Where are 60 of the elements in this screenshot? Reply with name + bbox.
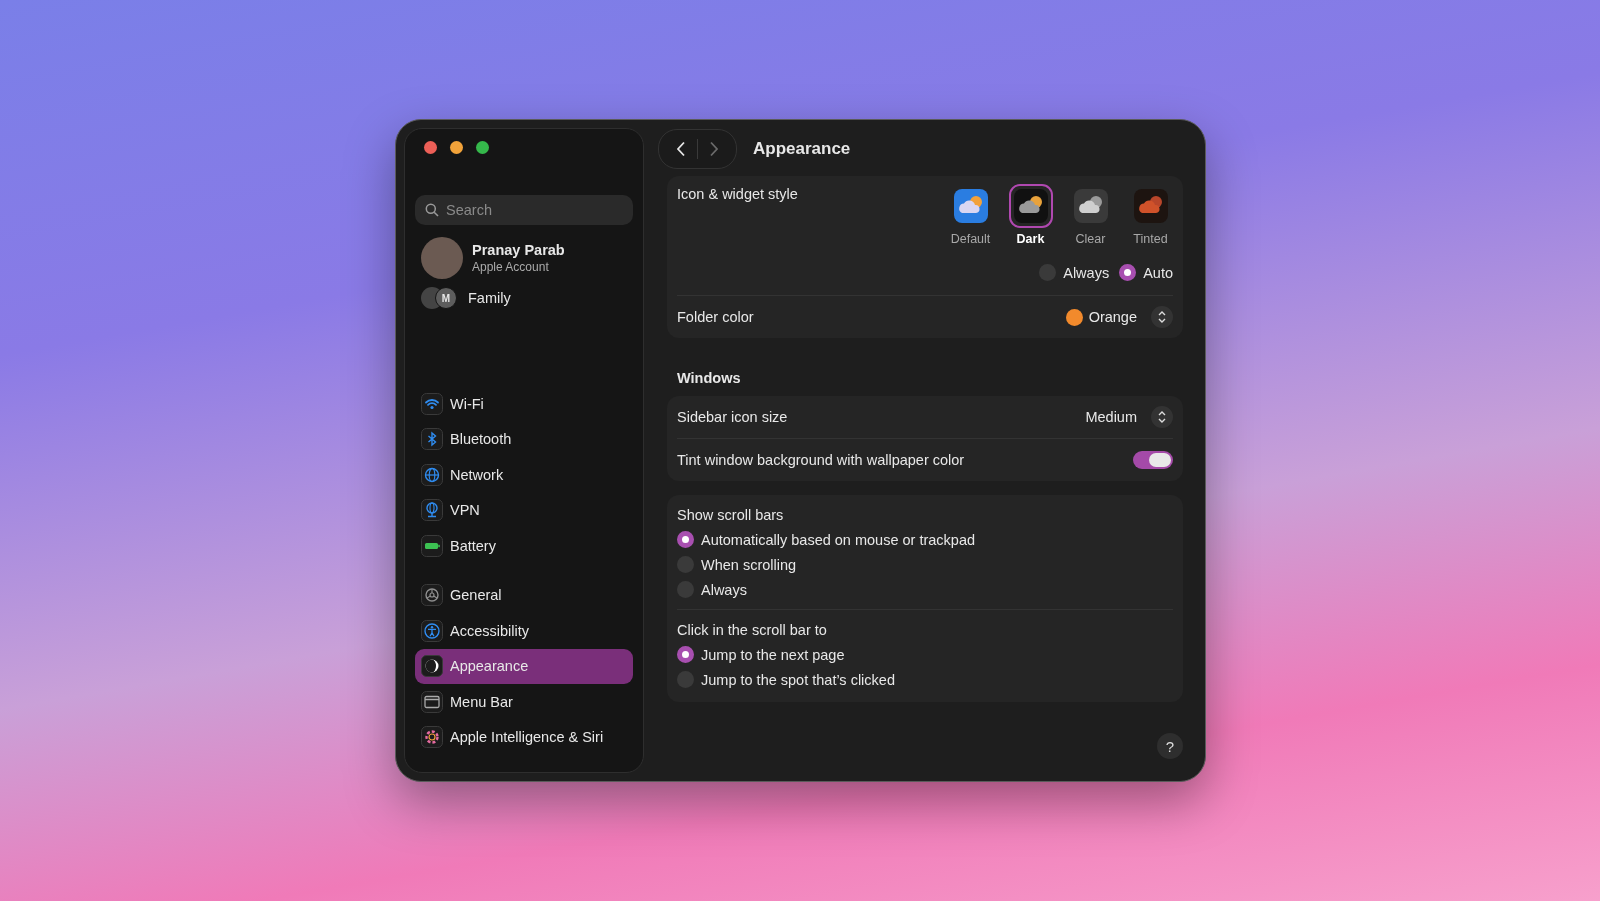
family-row[interactable]: M Family: [415, 287, 633, 309]
folder-color-popup[interactable]: Orange: [1065, 306, 1173, 328]
gear-icon: [421, 584, 443, 607]
weather-icon: [1073, 189, 1108, 223]
sidebar-item[interactable]: Network: [415, 457, 633, 493]
style-option[interactable]: Default: [948, 184, 993, 246]
sidebar-item[interactable]: VPN: [415, 492, 633, 528]
radio-option[interactable]: Auto: [1119, 260, 1173, 285]
search-field[interactable]: Search: [415, 195, 633, 225]
radio-option[interactable]: Jump to the next page: [677, 642, 1173, 667]
style-option[interactable]: Clear: [1068, 184, 1113, 246]
account-subtitle: Apple Account: [472, 260, 550, 274]
icon-size-popup[interactable]: Medium: [1085, 406, 1173, 428]
page-title: Appearance: [753, 139, 851, 159]
style-option[interactable]: Tinted: [1128, 184, 1173, 246]
accessibility-icon: [421, 619, 443, 642]
account-name: Pranay Parab: [472, 242, 565, 258]
chevron-right-icon: [709, 141, 719, 157]
family-label: Family: [468, 290, 511, 306]
weather-icon: [953, 189, 988, 223]
setting-label: Sidebar icon size: [677, 409, 788, 425]
setting-label: Folder color: [677, 309, 754, 325]
sidebar-item[interactable]: Bluetooth: [415, 421, 633, 457]
chevron-up-down-icon: [1151, 306, 1173, 328]
avatar: [421, 237, 463, 279]
sidebar-item[interactable]: Battery: [415, 528, 633, 564]
radio-option[interactable]: Always: [1039, 260, 1110, 285]
setting-label: Show scroll bars: [677, 507, 785, 523]
radio-option[interactable]: When scrolling: [677, 552, 1173, 577]
radio-option[interactable]: Always: [677, 577, 1173, 602]
bluetooth-icon: [421, 428, 443, 451]
weather-icon: [1133, 189, 1168, 223]
account-row[interactable]: Pranay Parab Apple Account: [415, 237, 633, 279]
chevron-left-icon: [676, 141, 686, 157]
window-icon: [421, 690, 443, 713]
setting-label: Click in the scroll bar to: [677, 622, 828, 638]
sidebar-item[interactable]: Appearance: [415, 648, 633, 684]
setting-label: Tint window background with wallpaper color: [677, 452, 965, 468]
family-avatar: M: [435, 287, 457, 309]
sidebar-item[interactable]: Apple Intelligence & Siri: [415, 719, 633, 755]
setting-label: Icon & widget style: [677, 186, 798, 202]
minimize-button[interactable]: [450, 141, 463, 154]
radio-option[interactable]: Automatically based on mouse or trackpad: [677, 527, 1173, 552]
sidebar-item[interactable]: Accessibility: [415, 613, 633, 649]
globe-icon: [421, 463, 443, 486]
flower-icon: [421, 726, 443, 749]
weather-icon: [1013, 189, 1048, 223]
close-button[interactable]: [424, 141, 437, 154]
battery-icon: [421, 534, 443, 557]
radio-option[interactable]: Jump to the spot that’s clicked: [677, 667, 1173, 692]
toggle-switch[interactable]: [1133, 451, 1173, 469]
zoom-button[interactable]: [476, 141, 489, 154]
section-heading: Windows: [677, 370, 742, 386]
sidebar-item[interactable]: Wi-Fi: [415, 386, 633, 422]
globe-stand-icon: [421, 499, 443, 522]
sidebar-item[interactable]: Menu Bar: [415, 684, 633, 720]
chevron-up-down-icon: [1151, 406, 1173, 428]
wifi-icon: [421, 392, 443, 415]
help-button[interactable]: ?: [1157, 733, 1183, 759]
sidebar-item[interactable]: General: [415, 577, 633, 613]
